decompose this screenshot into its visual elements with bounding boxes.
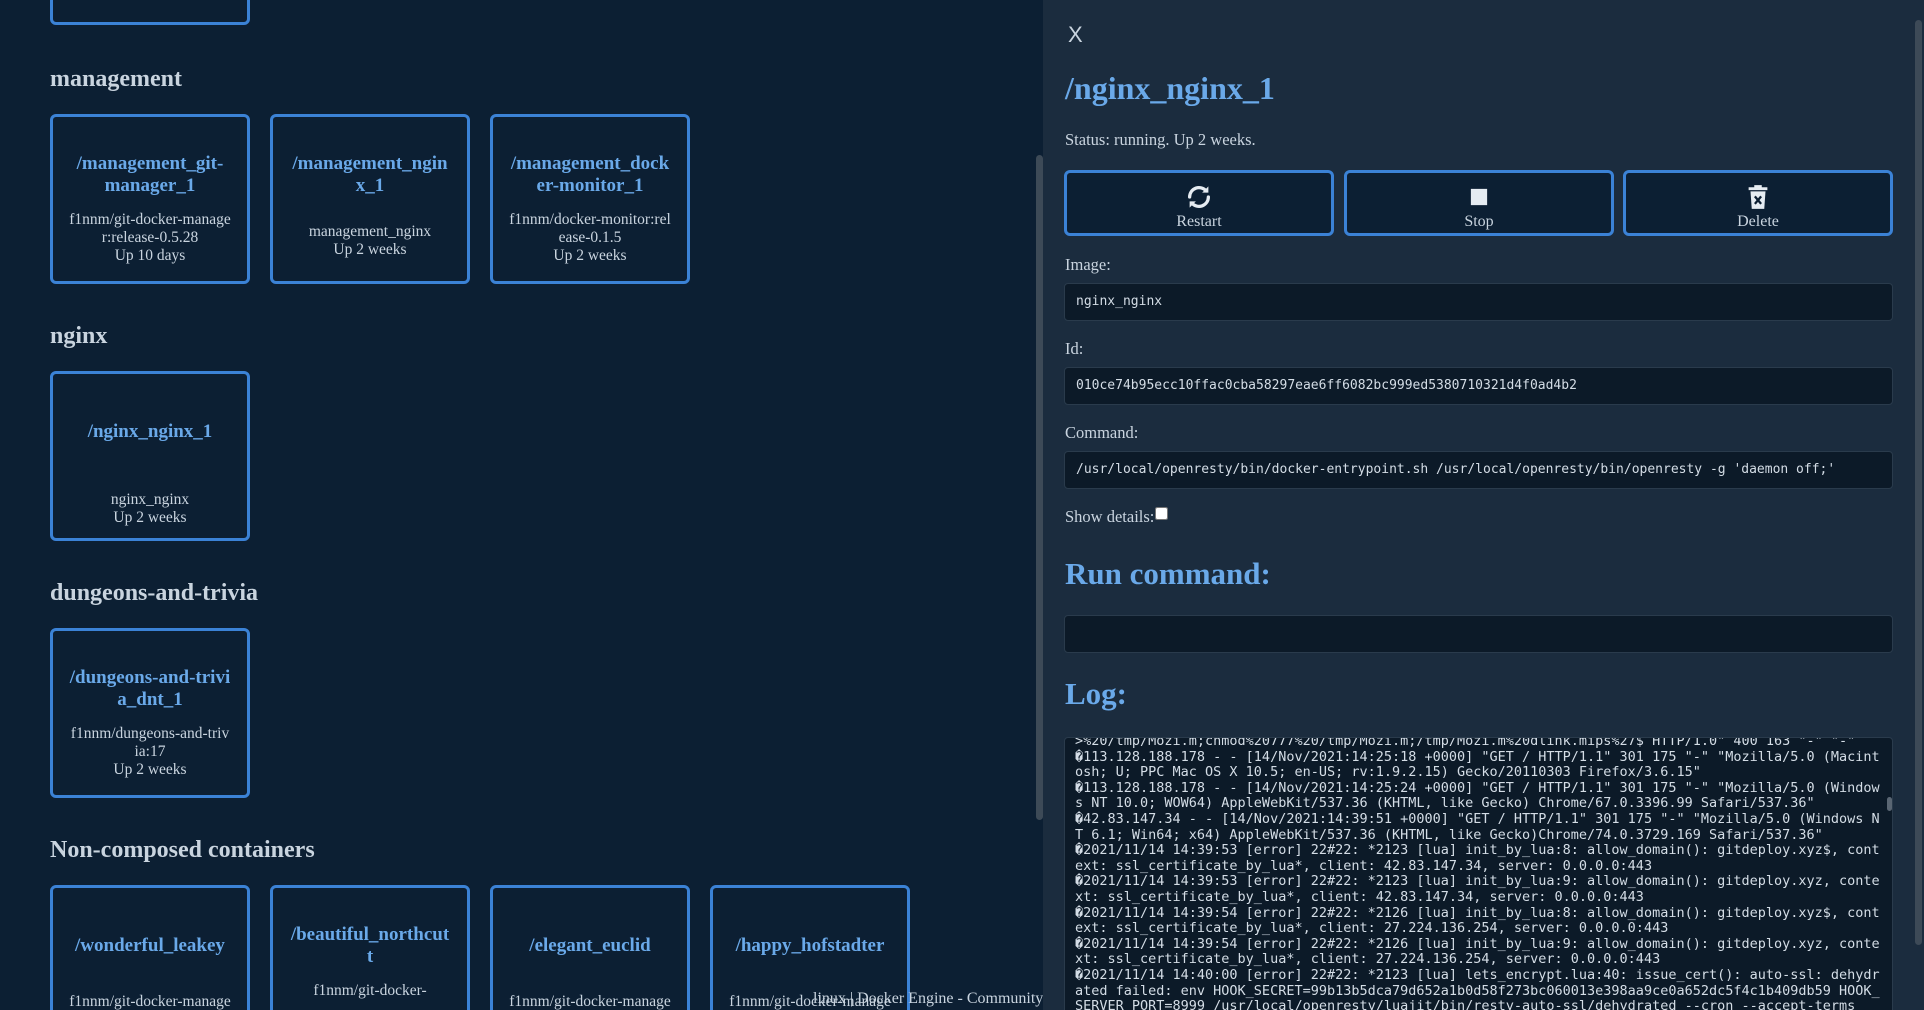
container-detail-panel: X /nginx_nginx_1 Status: running. Up 2 w… — [1043, 0, 1924, 1010]
group-title-management: management — [50, 66, 182, 92]
run-command-heading: Run command: — [1065, 556, 1271, 591]
delete-button[interactable]: Delete — [1623, 170, 1893, 236]
container-status: Up 10 days — [114, 247, 186, 264]
container-name: /beautiful_northcutt — [290, 924, 450, 967]
command-field[interactable]: /usr/local/openresty/bin/docker-entrypoi… — [1064, 451, 1893, 489]
group-title-non-composed: Non-composed containers — [50, 837, 315, 863]
container-card[interactable]: /beautiful_northcutt f1nnm/git-docker- — [270, 885, 470, 1010]
container-name: /dungeons-and-trivia_dnt_1 — [69, 667, 231, 710]
container-card-selected[interactable]: /nginx_nginx_1 nginx_nginx Up 2 weeks — [50, 371, 250, 541]
container-card[interactable]: /elegant_euclid f1nnm/git-docker-manager… — [490, 885, 690, 1010]
container-name: /management_docker-monitor_1 — [510, 153, 670, 196]
container-name: /management_nginx_1 — [292, 153, 448, 196]
main-scrollbar[interactable] — [1036, 155, 1043, 820]
container-title: /nginx_nginx_1 — [1065, 70, 1275, 106]
trash-icon — [1748, 185, 1768, 209]
log-text: >%20/tmp/Mozi.m;chmod%20777%20/tmp/Mozi.… — [1075, 737, 1880, 1010]
show-details-label: Show details: — [1065, 507, 1155, 526]
container-card-partial[interactable] — [50, 0, 250, 25]
container-card[interactable]: /dungeons-and-trivia_dnt_1 f1nnm/dungeon… — [50, 628, 250, 798]
image-label: Image: — [1065, 255, 1111, 274]
container-image: f1nnm/docker-monitor:release-0.1.5 — [509, 211, 671, 246]
container-image: f1nnm/git-docker-manager:release-0.5.28 — [509, 993, 671, 1010]
log-heading: Log: — [1065, 676, 1127, 711]
container-status-line: Status: running. Up 2 weeks. — [1065, 130, 1256, 149]
footer-system-info: linux | Docker Engine - Community — [813, 990, 1043, 1007]
close-button[interactable]: X — [1068, 22, 1083, 48]
panel-scrollbar[interactable] — [1915, 20, 1922, 945]
container-image: f1nnm/git-docker-manager:release-0.5.28 — [69, 993, 231, 1010]
container-card[interactable]: /management_nginx_1 management_nginx Up … — [270, 114, 470, 284]
log-scrollbar[interactable] — [1887, 797, 1892, 811]
refresh-icon — [1187, 185, 1211, 209]
show-details-checkbox[interactable] — [1155, 507, 1168, 520]
stop-square-icon — [1470, 188, 1488, 206]
container-card[interactable]: /management_git-manager_1 f1nnm/git-dock… — [50, 114, 250, 284]
container-status: Up 2 weeks — [553, 247, 627, 264]
command-label: Command: — [1065, 423, 1139, 442]
container-name: /nginx_nginx_1 — [87, 421, 213, 442]
id-label: Id: — [1065, 339, 1084, 358]
container-name: /happy_hofstadter — [735, 935, 885, 956]
container-status: Up 2 weeks — [113, 761, 187, 778]
container-image: f1nnm/git-docker- — [313, 982, 427, 999]
group-title-nginx: nginx — [50, 323, 108, 349]
container-card[interactable]: /wonderful_leakey f1nnm/git-docker-manag… — [50, 885, 250, 1010]
container-status: Up 2 weeks — [113, 509, 187, 526]
container-overview: management /management_git-manager_1 f1n… — [0, 0, 1043, 1010]
run-command-input[interactable] — [1064, 615, 1893, 653]
restart-button[interactable]: Restart — [1064, 170, 1334, 236]
container-image: f1nnm/dungeons-and-trivia:17 — [70, 725, 230, 760]
stop-button-label: Stop — [1464, 213, 1494, 230]
container-image: management_nginx — [308, 223, 432, 240]
container-name: /elegant_euclid — [529, 935, 651, 956]
container-name: /management_git-manager_1 — [76, 153, 224, 196]
id-field[interactable]: 010ce74b95ecc10ffac0cba58297eae6ff6082bc… — [1064, 367, 1893, 405]
group-title-dungeons-and-trivia: dungeons-and-trivia — [50, 580, 259, 606]
log-output[interactable]: >%20/tmp/Mozi.m;chmod%20777%20/tmp/Mozi.… — [1064, 737, 1893, 1010]
delete-button-label: Delete — [1737, 213, 1779, 230]
image-field[interactable]: nginx_nginx — [1064, 283, 1893, 321]
restart-button-label: Restart — [1176, 213, 1222, 230]
container-image: f1nnm/git-docker-manager:release-0.5.28 — [69, 211, 231, 246]
container-image: nginx_nginx — [110, 491, 190, 508]
container-name: /wonderful_leakey — [75, 935, 225, 956]
container-card[interactable]: /management_docker-monitor_1 f1nnm/docke… — [490, 114, 690, 284]
container-status: Up 2 weeks — [333, 241, 407, 258]
stop-button[interactable]: Stop — [1344, 170, 1614, 236]
